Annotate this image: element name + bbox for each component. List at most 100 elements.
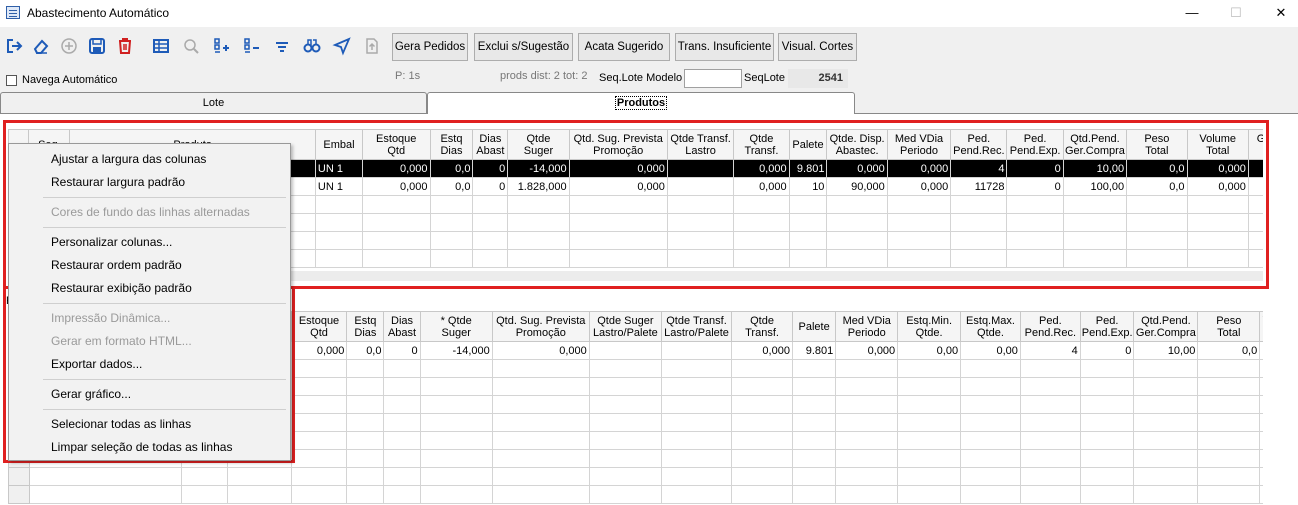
table-cell[interactable] — [897, 485, 962, 504]
table-cell[interactable] — [1259, 413, 1263, 432]
table-cell[interactable]: 0,000 — [361, 159, 431, 178]
table-cell[interactable] — [383, 467, 421, 486]
table-cell[interactable] — [1126, 231, 1188, 250]
table-cell[interactable] — [419, 377, 493, 396]
menu-item-restaurar-largura[interactable]: Restaurar largura padrão — [51, 172, 185, 192]
table-cell[interactable]: 0 — [383, 341, 421, 360]
table-cell[interactable] — [731, 485, 793, 504]
table-cell[interactable] — [383, 449, 421, 468]
table-cell[interactable]: 0,0 — [1126, 159, 1188, 178]
table-cell[interactable] — [950, 231, 1008, 250]
table-cell[interactable] — [1259, 395, 1263, 414]
table-cell[interactable] — [1186, 195, 1249, 214]
table-cell[interactable] — [472, 213, 509, 232]
table-cell[interactable] — [835, 413, 899, 432]
table-cell[interactable] — [1019, 395, 1081, 414]
table-cell[interactable] — [826, 249, 888, 268]
table-cell[interactable]: 0,000 — [1186, 177, 1249, 196]
table-cell[interactable]: 0,0 — [1197, 341, 1261, 360]
table-cell[interactable] — [660, 467, 733, 486]
table-cell[interactable] — [886, 249, 952, 268]
table-cell[interactable] — [731, 413, 793, 432]
table-cell[interactable] — [960, 413, 1021, 432]
table-cell[interactable] — [660, 359, 733, 378]
table-cell[interactable] — [835, 377, 899, 396]
table-cell[interactable] — [290, 485, 348, 504]
column-header-qtde-transf-lastro[interactable]: Qtde Transf. Lastro — [666, 129, 735, 160]
table-row[interactable] — [8, 485, 1263, 504]
maximize-button[interactable]: ☐ — [1221, 3, 1251, 23]
table-cell[interactable] — [491, 359, 590, 378]
table-cell[interactable] — [419, 431, 493, 450]
table-cell[interactable] — [346, 449, 385, 468]
table-cell[interactable]: 0,000 — [568, 177, 668, 196]
table-cell[interactable] — [1019, 413, 1081, 432]
table-cell[interactable] — [507, 195, 570, 214]
table-cell[interactable]: 0,0 — [346, 341, 385, 360]
table-cell[interactable]: 10,00 — [1062, 159, 1128, 178]
column-header-med-vdia-periodo[interactable]: Med VDia Periodo — [886, 129, 952, 160]
table-cell[interactable] — [314, 231, 363, 250]
table-cell[interactable] — [1186, 213, 1249, 232]
column-header-qtde-disp-abastec[interactable]: Qtde. Disp. Abastec. — [826, 129, 888, 160]
table-cell[interactable] — [314, 195, 363, 214]
table-cell[interactable] — [429, 231, 474, 250]
table-cell[interactable] — [660, 485, 733, 504]
column-header-palete[interactable]: Palete — [788, 129, 828, 160]
add-list-icon[interactable] — [209, 33, 235, 59]
table-cell[interactable] — [491, 485, 590, 504]
column-header-estoque-qtd[interactable]: Estoque Qtd — [361, 129, 431, 160]
table-cell[interactable] — [1197, 413, 1261, 432]
table-cell[interactable] — [472, 231, 509, 250]
column-header-qtd-pend-ger-compra[interactable]: Qtd.Pend. Ger.Compra — [1062, 129, 1128, 160]
table-cell[interactable] — [1062, 249, 1128, 268]
column-header-peso-total[interactable]: Peso Total — [1197, 311, 1261, 342]
table-cell[interactable]: 10 — [788, 177, 828, 196]
table-cell[interactable]: -14,000 — [507, 159, 570, 178]
table-cell[interactable] — [1006, 213, 1064, 232]
table-cell[interactable] — [419, 485, 493, 504]
table-cell[interactable] — [960, 395, 1021, 414]
table-cell[interactable] — [731, 431, 793, 450]
document-icon[interactable] — [359, 33, 385, 59]
table-cell[interactable] — [588, 359, 662, 378]
table-cell[interactable] — [1259, 431, 1263, 450]
menu-item-exportar-dados[interactable]: Exportar dados... — [51, 354, 142, 374]
table-cell[interactable] — [28, 485, 183, 504]
table-cell[interactable]: 0,000 — [731, 341, 793, 360]
table-cell[interactable] — [886, 195, 952, 214]
column-header-embal[interactable]: Embal — [314, 129, 363, 160]
column-header-volume-total[interactable]: Volume Total — [1186, 129, 1249, 160]
table-cell[interactable] — [429, 195, 474, 214]
table-cell[interactable]: 0 — [1079, 341, 1135, 360]
table-cell[interactable] — [1197, 395, 1261, 414]
table-cell[interactable] — [1247, 195, 1263, 214]
table-cell[interactable]: UN 1 — [314, 177, 363, 196]
table-cell[interactable] — [419, 413, 493, 432]
column-header-ped-pend-exp[interactable]: Ped. Pend.Exp. — [1006, 129, 1064, 160]
table-cell[interactable] — [733, 231, 790, 250]
table-cell[interactable] — [733, 195, 790, 214]
table-cell[interactable] — [419, 467, 493, 486]
table-cell[interactable]: 100,00 — [1062, 177, 1128, 196]
table-cell[interactable] — [835, 359, 899, 378]
table-cell[interactable] — [588, 413, 662, 432]
table-cell[interactable] — [1126, 249, 1188, 268]
table-cell[interactable]: 0,00 — [960, 341, 1021, 360]
table-cell[interactable] — [835, 467, 899, 486]
table-cell[interactable] — [835, 485, 899, 504]
filter-icon[interactable] — [269, 33, 295, 59]
table-cell[interactable] — [835, 431, 899, 450]
table-cell[interactable] — [290, 359, 348, 378]
table-cell[interactable] — [886, 213, 952, 232]
table-cell[interactable] — [1133, 377, 1199, 396]
column-header-estoque-qtd[interactable]: Estoque Qtd — [290, 311, 348, 342]
add-circle-icon[interactable] — [56, 33, 82, 59]
table-cell[interactable] — [1019, 431, 1081, 450]
column-header-qtde-transf[interactable]: Qtde Transf. — [731, 311, 793, 342]
table-cell[interactable] — [897, 359, 962, 378]
table-cell[interactable] — [960, 467, 1021, 486]
table-cell[interactable] — [1006, 231, 1064, 250]
table-cell[interactable] — [1133, 359, 1199, 378]
column-header-estq-min-qtde[interactable]: Estq.Min. Qtde. — [897, 311, 962, 342]
